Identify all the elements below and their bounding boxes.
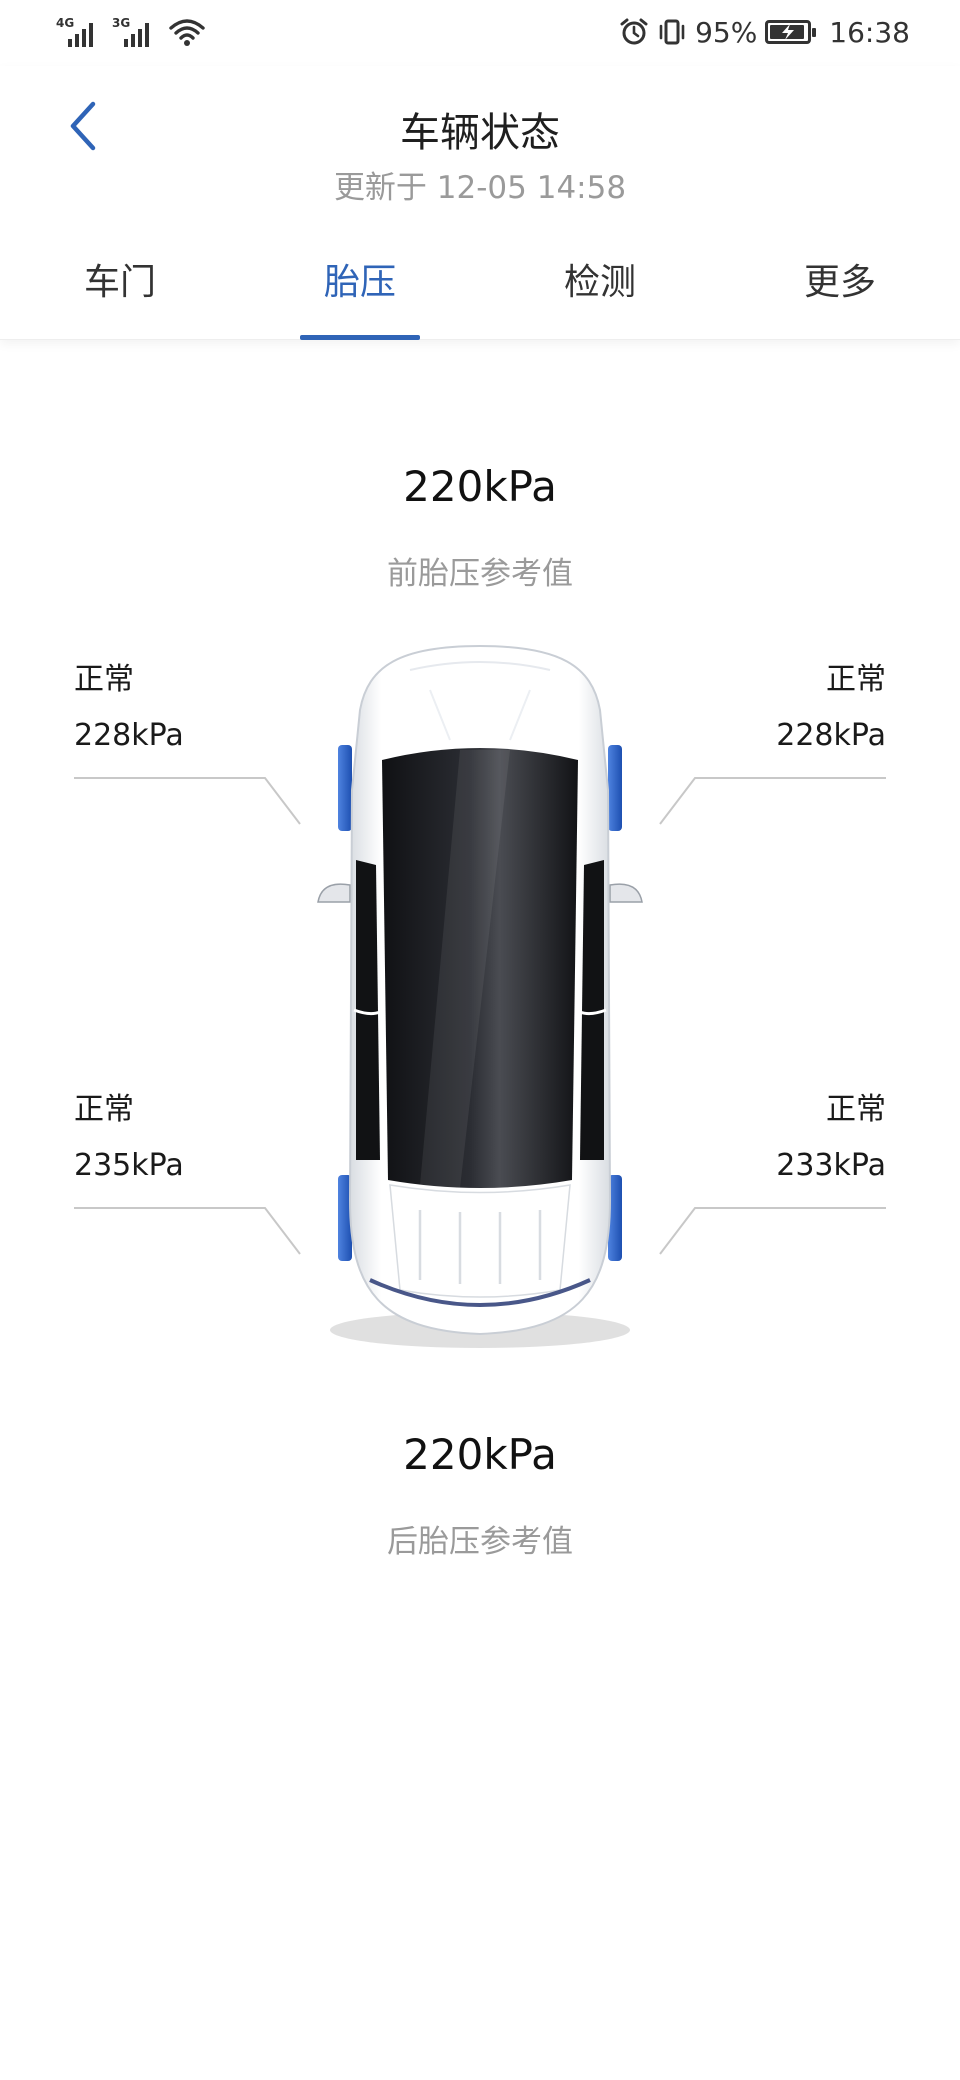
car-rear-deck bbox=[389, 1184, 571, 1298]
tire-indicator-front-left bbox=[338, 745, 352, 831]
rear-reference-value: 220kPa bbox=[403, 1430, 557, 1479]
mirror-left bbox=[317, 883, 351, 903]
rear-reference-label: 后胎压参考值 bbox=[387, 1524, 573, 1560]
car-top-view-image bbox=[317, 644, 643, 1348]
tire-indicator-front-right bbox=[608, 745, 622, 831]
mirror-right bbox=[609, 883, 643, 903]
